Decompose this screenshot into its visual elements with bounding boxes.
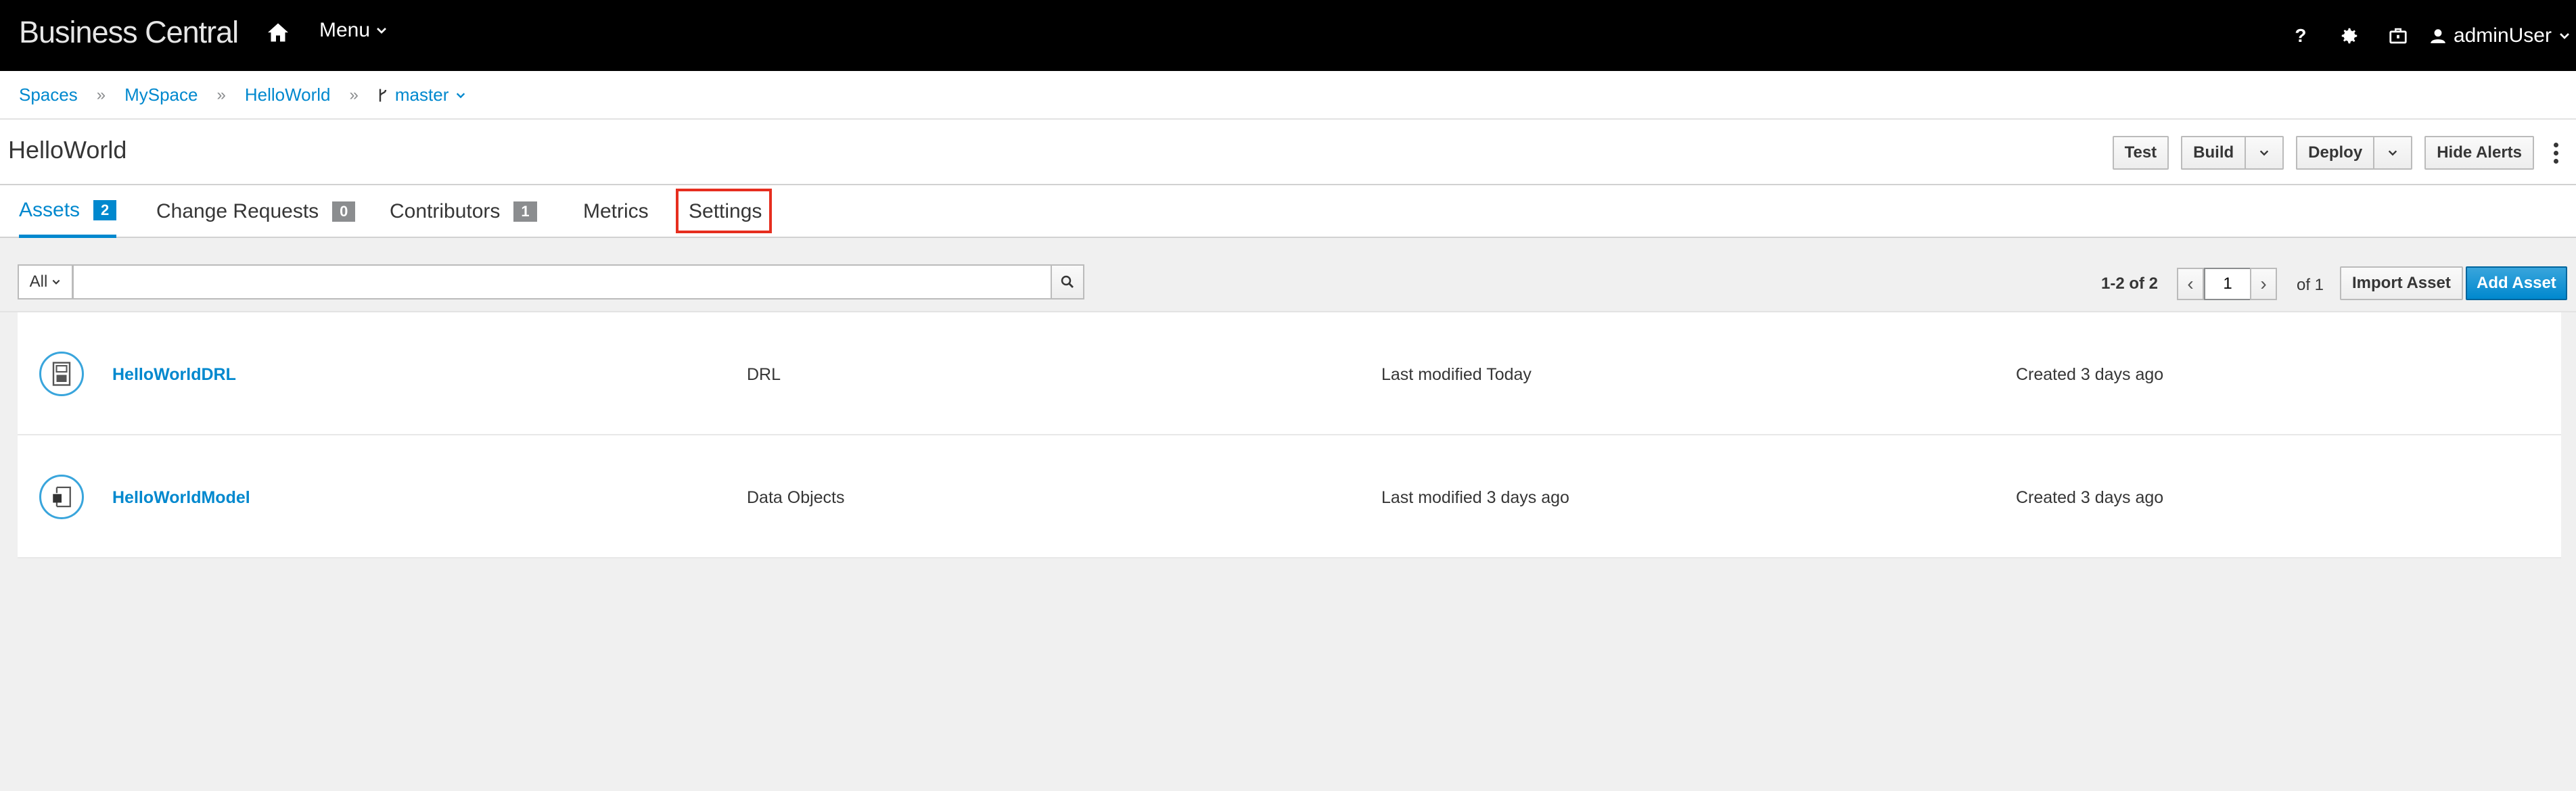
navbar-right: ? adminUser xyxy=(2287,0,2576,71)
user-icon xyxy=(2431,28,2445,43)
asset-filter-bar: All 1-2 of 2 ‹ › of 1 Import Asset Add A… xyxy=(0,238,2576,312)
page-title: HelloWorld xyxy=(8,136,127,164)
briefcase-icon[interactable] xyxy=(2385,22,2412,49)
title-bar: HelloWorld Test Build Deploy Hide Alerts xyxy=(0,120,2576,185)
hide-alerts-button[interactable]: Hide Alerts xyxy=(2424,136,2534,170)
breadcrumb-bar: Spaces » MySpace » HelloWorld » master xyxy=(0,71,2576,120)
breadcrumb-separator-icon: » xyxy=(216,85,226,104)
asset-type-filter[interactable]: All xyxy=(18,264,73,299)
list-item: HelloWorldModel Data Objects Last modifi… xyxy=(18,435,2561,558)
user-label: adminUser xyxy=(2453,24,2552,47)
top-navbar: Business Central Menu ? adminUser xyxy=(0,0,2576,71)
asset-created: Created 3 days ago xyxy=(2016,488,2164,507)
breadcrumb: Spaces » MySpace » HelloWorld » master xyxy=(19,85,466,105)
breadcrumb-myspace[interactable]: MySpace xyxy=(124,85,198,105)
branch-label: master xyxy=(394,85,449,105)
asset-type: Data Objects xyxy=(747,488,845,507)
tab-assets[interactable]: Assets 2 xyxy=(19,185,117,238)
tab-label: Change Requests xyxy=(156,200,319,222)
previous-page-button[interactable]: ‹ xyxy=(2177,268,2204,300)
asset-name-link[interactable]: HelloWorldModel xyxy=(112,488,250,508)
asset-last-modified: Last modified Today xyxy=(1381,365,1532,384)
build-dropdown-toggle[interactable] xyxy=(2245,136,2284,170)
asset-list: HelloWorldDRL DRL Last modified Today Cr… xyxy=(18,312,2561,558)
tab-label: Contributors xyxy=(390,200,501,222)
build-split-button: Build xyxy=(2181,136,2284,170)
chevron-down-icon xyxy=(377,28,387,34)
tab-metrics[interactable]: Metrics xyxy=(583,185,649,238)
breadcrumb-separator-icon: » xyxy=(96,85,106,104)
tab-label: Assets xyxy=(19,198,80,221)
project-toolbar: Test Build Deploy Hide Alerts xyxy=(2112,136,2564,170)
add-asset-button[interactable]: Add Asset xyxy=(2466,266,2567,300)
chevron-down-icon xyxy=(457,92,465,98)
test-button[interactable]: Test xyxy=(2112,136,2169,170)
tab-label: Settings xyxy=(689,200,762,222)
breadcrumb-helloworld[interactable]: HelloWorld xyxy=(245,85,331,105)
asset-last-modified: Last modified 3 days ago xyxy=(1381,488,1569,507)
build-button[interactable]: Build xyxy=(2181,136,2245,170)
search-input[interactable] xyxy=(72,264,1052,299)
count-badge: 2 xyxy=(93,199,117,220)
user-dropdown[interactable]: adminUser xyxy=(2429,24,2571,47)
home-icon[interactable] xyxy=(266,20,293,47)
project-tabs: Assets 2 Change Requests 0 Contributors … xyxy=(0,185,2576,238)
pagination-range: 1-2 of 2 xyxy=(2101,274,2159,293)
tab-change-requests[interactable]: Change Requests 0 xyxy=(156,185,356,238)
data-object-icon xyxy=(39,475,84,519)
branch-icon xyxy=(379,89,387,101)
count-badge: 0 xyxy=(332,201,356,222)
menu-dropdown[interactable]: Menu xyxy=(319,19,388,42)
chevron-down-icon xyxy=(52,279,60,285)
tab-settings[interactable]: Settings xyxy=(689,185,762,238)
gear-icon[interactable] xyxy=(2336,22,2363,49)
asset-created: Created 3 days ago xyxy=(2016,365,2164,384)
breadcrumb-separator-icon: » xyxy=(349,85,359,104)
brand-logo: Business Central xyxy=(19,15,239,49)
chevron-down-icon xyxy=(2389,150,2397,156)
breadcrumb-spaces[interactable]: Spaces xyxy=(19,85,78,105)
count-badge: 1 xyxy=(513,201,537,222)
next-page-button[interactable]: › xyxy=(2250,268,2277,300)
page-count: of 1 xyxy=(2297,276,2324,294)
search-button[interactable] xyxy=(1051,264,1084,299)
filter-select-value: All xyxy=(29,272,48,291)
deploy-button[interactable]: Deploy xyxy=(2296,136,2374,170)
kebab-menu-icon[interactable] xyxy=(2548,136,2564,170)
asset-name-link[interactable]: HelloWorldDRL xyxy=(112,365,236,385)
tab-contributors[interactable]: Contributors 1 xyxy=(390,185,537,238)
list-item: HelloWorldDRL DRL Last modified Today Cr… xyxy=(18,312,2561,435)
chevron-down-icon xyxy=(2259,150,2269,156)
tab-label: Metrics xyxy=(583,200,649,222)
menu-label: Menu xyxy=(319,19,371,41)
search-icon xyxy=(1061,275,1074,288)
help-icon[interactable]: ? xyxy=(2287,22,2314,49)
chevron-down-icon xyxy=(2560,32,2569,39)
page-number-input[interactable] xyxy=(2204,268,2251,300)
deploy-split-button: Deploy xyxy=(2296,136,2413,170)
import-asset-button[interactable]: Import Asset xyxy=(2340,266,2463,300)
branch-selector[interactable]: master xyxy=(377,85,466,105)
asset-type: DRL xyxy=(747,365,781,384)
drl-file-icon xyxy=(39,352,84,396)
deploy-dropdown-toggle[interactable] xyxy=(2373,136,2413,170)
